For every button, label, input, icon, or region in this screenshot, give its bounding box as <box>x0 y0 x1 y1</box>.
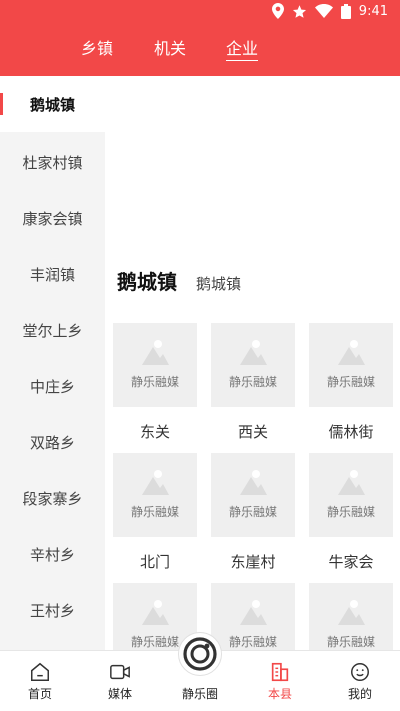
placeholder-brand: 静乐融媒 <box>228 505 277 519</box>
sidebar-item-duanjiazhai[interactable]: 段家寨乡 <box>0 470 105 526</box>
placeholder-image: 静乐融媒 <box>211 323 295 407</box>
card-label: 牛家会 <box>328 553 374 571</box>
status-bar: 9:41 <box>0 0 400 24</box>
sidebar-item-label: 段家寨乡 <box>22 489 83 508</box>
wifi-icon <box>314 4 333 18</box>
nav-label: 首页 <box>27 687 52 701</box>
village-card[interactable]: 静乐融媒 <box>211 583 295 650</box>
center-circle-button[interactable] <box>178 632 222 676</box>
active-indicator <box>0 93 3 115</box>
tab-township[interactable]: 乡镇 <box>81 38 113 60</box>
nav-label: 我的 <box>347 687 372 701</box>
face-icon <box>351 663 369 681</box>
placeholder-brand: 静乐融媒 <box>228 375 277 389</box>
sidebar-item-kangjiahui[interactable]: 康家会镇 <box>0 190 105 246</box>
mountain-icon <box>338 340 365 365</box>
sidebar-item-label: 康家会镇 <box>22 209 83 228</box>
township-sidebar: 鹅城镇 杜家村镇 康家会镇 丰润镇 堂尔上乡 中庄乡 双路乡 段家寨乡 辛村乡 … <box>0 76 105 650</box>
nav-home[interactable]: 首页 <box>0 651 80 711</box>
status-time: 9:41 <box>358 3 388 19</box>
mountain-icon <box>240 600 267 625</box>
sidebar-item-echeng[interactable]: 鹅城镇 <box>0 76 105 132</box>
star-icon <box>292 4 306 18</box>
placeholder-image: 静乐融媒 <box>113 453 197 537</box>
mountain-icon <box>240 340 267 365</box>
nav-media[interactable]: 媒体 <box>80 651 160 711</box>
card-label: 东关 <box>139 423 170 441</box>
sidebar-item-label: 中庄乡 <box>29 377 75 396</box>
village-card[interactable]: 静乐融媒 东关 <box>113 323 197 442</box>
placeholder-image: 静乐融媒 <box>113 323 197 407</box>
sidebar-item-tangershang[interactable]: 堂尔上乡 <box>0 302 105 358</box>
content-panel: 鹅城镇 鹅城镇 静乐融媒 东关 静乐融媒 西关 静乐融媒 儒林街 静乐融媒 北门 <box>105 76 400 650</box>
card-label: 西关 <box>237 423 268 441</box>
sidebar-item-wangcun[interactable]: 王村乡 <box>0 582 105 638</box>
circle-icon <box>183 637 217 671</box>
village-card[interactable]: 静乐融媒 儒林街 <box>309 323 393 442</box>
top-tabs: 乡镇 机关 企业 <box>0 38 400 62</box>
village-card[interactable]: 静乐融媒 西关 <box>211 323 295 442</box>
sidebar-item-shuanglu[interactable]: 双路乡 <box>0 414 105 470</box>
location-icon <box>271 3 284 19</box>
placeholder-image: 静乐融媒 <box>309 583 393 650</box>
nav-label: 静乐圈 <box>181 687 218 701</box>
home-icon <box>31 662 49 681</box>
placeholder-brand: 静乐融媒 <box>130 375 179 389</box>
sidebar-item-xincun[interactable]: 辛村乡 <box>0 526 105 582</box>
sidebar-item-label: 辛村乡 <box>29 545 75 564</box>
mountain-icon <box>142 470 169 495</box>
village-card[interactable]: 静乐融媒 东崖村 <box>211 453 295 572</box>
placeholder-image: 静乐融媒 <box>211 453 295 537</box>
placeholder-image: 静乐融媒 <box>309 323 393 407</box>
mountain-icon <box>142 600 169 625</box>
card-label: 儒林街 <box>328 423 374 441</box>
placeholder-brand: 静乐融媒 <box>326 375 375 389</box>
mountain-icon <box>338 600 365 625</box>
card-label: 北门 <box>139 553 170 571</box>
nav-profile[interactable]: 我的 <box>320 651 400 711</box>
mountain-icon <box>142 340 169 365</box>
sidebar-item-fengrun[interactable]: 丰润镇 <box>0 246 105 302</box>
tab-enterprises[interactable]: 企业 <box>226 38 259 61</box>
village-card[interactable]: 静乐融媒 牛家会 <box>309 453 393 572</box>
nav-label: 媒体 <box>107 687 132 701</box>
nav-county[interactable]: 本县 <box>240 651 320 711</box>
village-card[interactable]: 静乐融媒 北门 <box>113 453 197 572</box>
sidebar-item-zhongzhuang[interactable]: 中庄乡 <box>0 358 105 414</box>
section-title: 鹅城镇 <box>117 270 177 294</box>
sidebar-item-label: 堂尔上乡 <box>22 321 83 340</box>
mountain-icon <box>240 470 267 495</box>
placeholder-image: 静乐融媒 <box>309 453 393 537</box>
status-icons: 9:41 <box>271 3 388 19</box>
battery-icon <box>340 3 351 19</box>
sidebar-item-dujiacun[interactable]: 杜家村镇 <box>0 134 105 190</box>
village-card[interactable]: 静乐融媒 <box>309 583 393 650</box>
placeholder-brand: 静乐融媒 <box>326 505 375 519</box>
sidebar-item-label: 丰润镇 <box>29 265 75 284</box>
card-label: 东崖村 <box>230 553 276 571</box>
sidebar-item-label: 杜家村镇 <box>22 153 83 172</box>
sidebar-item-label: 双路乡 <box>29 433 75 452</box>
placeholder-brand: 静乐融媒 <box>228 635 277 649</box>
tab-agencies[interactable]: 机关 <box>154 38 186 60</box>
video-icon <box>110 664 130 680</box>
sidebar-item-label: 鹅城镇 <box>29 95 75 114</box>
placeholder-brand: 静乐融媒 <box>326 635 375 649</box>
placeholder-brand: 静乐融媒 <box>130 505 179 519</box>
building-icon <box>271 662 289 682</box>
sidebar-item-label: 王村乡 <box>29 601 75 620</box>
section-subtitle: 鹅城镇 <box>196 275 242 293</box>
nav-label: 本县 <box>267 687 292 701</box>
mountain-icon <box>338 470 365 495</box>
placeholder-image: 静乐融媒 <box>211 583 295 650</box>
app-header: 9:41 乡镇 机关 企业 <box>0 0 400 76</box>
